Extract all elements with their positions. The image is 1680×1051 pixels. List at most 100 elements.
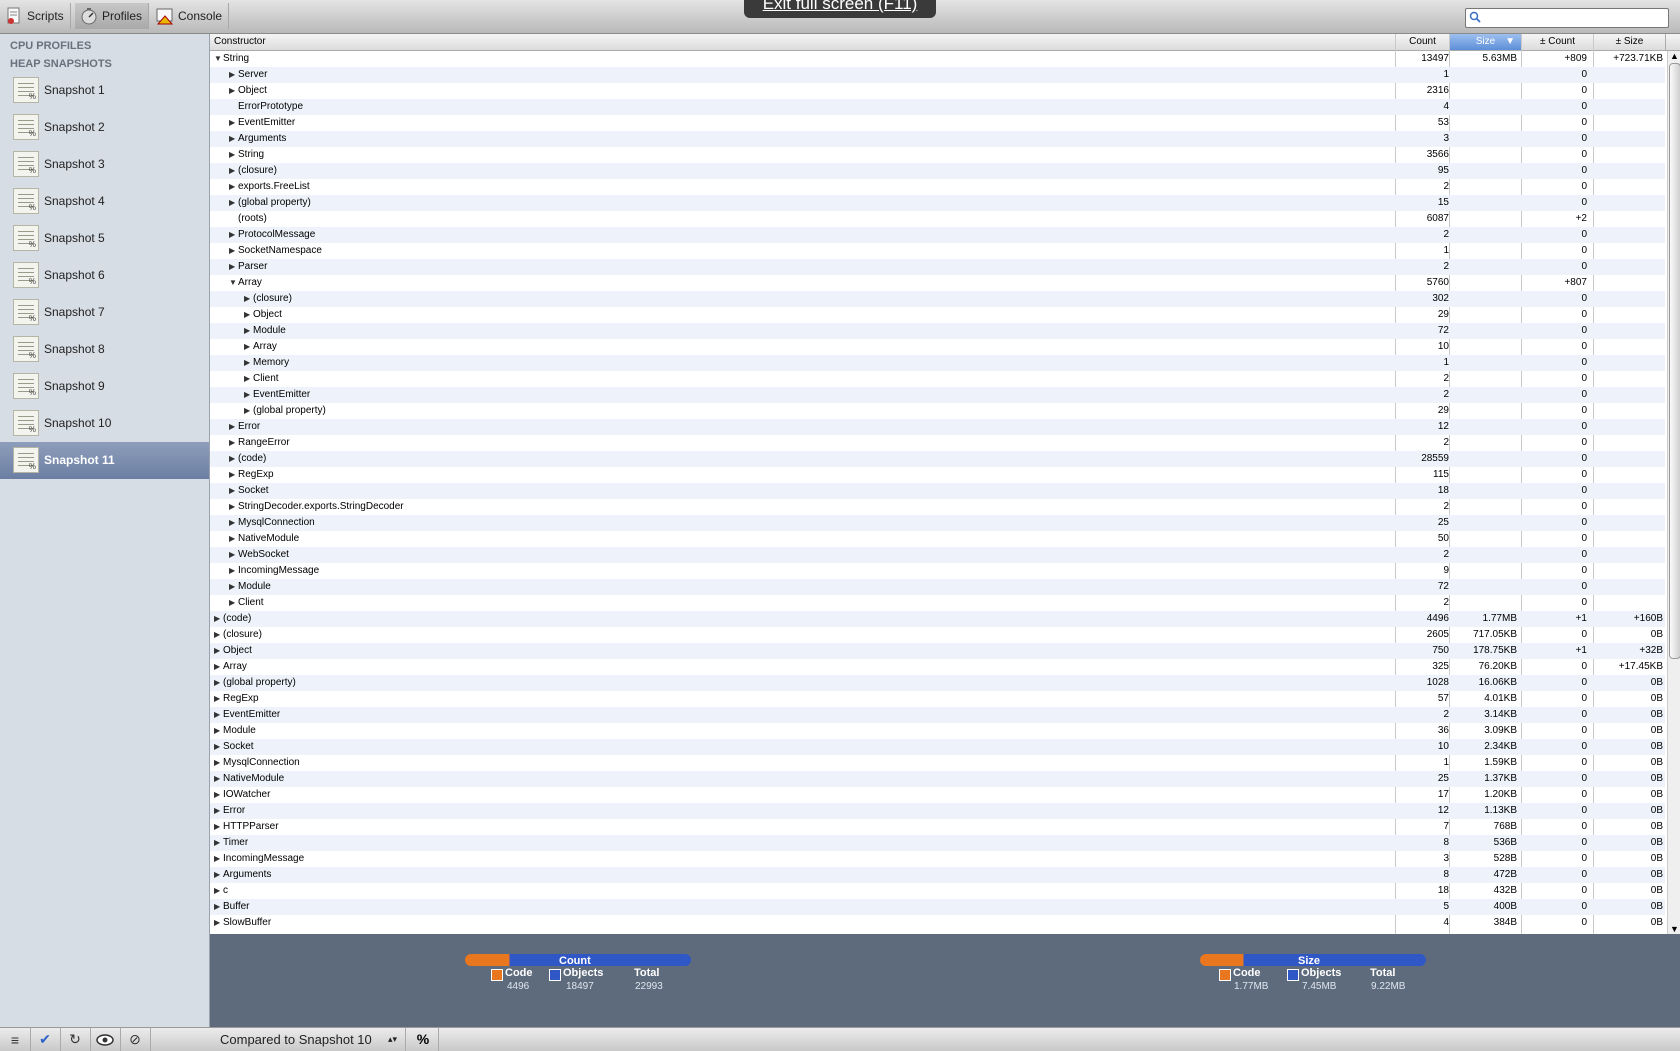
table-row[interactable]: ▶ Module 72 0	[210, 323, 1665, 339]
expand-triangle-icon[interactable]: ▶	[214, 851, 223, 867]
table-row[interactable]: ▶ exports.FreeList 2 0	[210, 179, 1665, 195]
column-header-delta-count[interactable]: ± Count	[1522, 34, 1594, 50]
expand-triangle-icon[interactable]: ▶	[229, 67, 238, 83]
table-row[interactable]: ▶ Object 29 0	[210, 307, 1665, 323]
expand-triangle-icon[interactable]: ▶	[214, 867, 223, 883]
table-row[interactable]: ▶ EventEmitter 2 3.14KB 0 0B	[210, 707, 1665, 723]
snapshot-item[interactable]: % Snapshot 6	[0, 257, 209, 294]
scroll-thumb[interactable]	[1669, 63, 1680, 659]
table-row[interactable]: ▶ Memory 1 0	[210, 355, 1665, 371]
table-row[interactable]: (roots) 6087 +2	[210, 211, 1665, 227]
table-row[interactable]: ▶ Timer 8 536B 0 0B	[210, 835, 1665, 851]
table-row[interactable]: ▶ MysqlConnection 25 0	[210, 515, 1665, 531]
cpu-profiles-header[interactable]: CPU PROFILES	[10, 40, 91, 52]
table-row[interactable]: ▶ (global property) 29 0	[210, 403, 1665, 419]
expand-triangle-icon[interactable]: ▶	[214, 659, 223, 675]
table-row[interactable]: ▶ Parser 2 0	[210, 259, 1665, 275]
expand-triangle-icon[interactable]: ▶	[244, 371, 253, 387]
console-tab[interactable]: Console	[151, 3, 230, 29]
expand-triangle-icon[interactable]: ▶	[244, 291, 253, 307]
table-row[interactable]: ▶ SocketNamespace 1 0	[210, 243, 1665, 259]
table-row[interactable]: ▶ Error 12 1.13KB 0 0B	[210, 803, 1665, 819]
column-header-constructor[interactable]: Constructor	[210, 34, 1396, 50]
snapshot-item[interactable]: % Snapshot 3	[0, 146, 209, 183]
expand-triangle-icon[interactable]: ▶	[229, 259, 238, 275]
expand-triangle-icon[interactable]: ▶	[214, 771, 223, 787]
table-row[interactable]: ▶ RegExp 57 4.01KB 0 0B	[210, 691, 1665, 707]
expand-triangle-icon[interactable]: ▶	[229, 467, 238, 483]
table-row[interactable]: ▶ Server 1 0	[210, 67, 1665, 83]
expand-triangle-icon[interactable]: ▶	[229, 499, 238, 515]
expand-triangle-icon[interactable]: ▶	[214, 883, 223, 899]
expand-triangle-icon[interactable]: ▶	[229, 83, 238, 99]
table-row[interactable]: ▶ (code) 4496 1.77MB +1 +160B	[210, 611, 1665, 627]
table-row[interactable]: ▶ (closure) 302 0	[210, 291, 1665, 307]
column-header-delta-size[interactable]: ± Size	[1594, 34, 1666, 50]
table-row[interactable]: ▶ (global property) 15 0	[210, 195, 1665, 211]
expand-triangle-icon[interactable]: ▶	[214, 611, 223, 627]
snapshot-item[interactable]: % Snapshot 4	[0, 183, 209, 220]
snapshot-item[interactable]: % Snapshot 8	[0, 331, 209, 368]
snapshot-item[interactable]: % Snapshot 10	[0, 405, 209, 442]
table-row[interactable]: ▶ Object 2316 0	[210, 83, 1665, 99]
table-row[interactable]: ▶ NativeModule 25 1.37KB 0 0B	[210, 771, 1665, 787]
collapse-triangle-icon[interactable]: ▼	[214, 51, 223, 67]
expand-triangle-icon[interactable]: ▶	[229, 547, 238, 563]
table-row[interactable]: ▶ Module 72 0	[210, 579, 1665, 595]
compare-snapshot-select[interactable]: Compared to Snapshot 10 ▴▾	[210, 1028, 406, 1051]
scroll-up-icon[interactable]: ▲	[1670, 51, 1679, 61]
expand-triangle-icon[interactable]: ▶	[229, 131, 238, 147]
expand-triangle-icon[interactable]: ▶	[214, 915, 223, 931]
expand-triangle-icon[interactable]: ▶	[214, 835, 223, 851]
expand-triangle-icon[interactable]: ▶	[229, 531, 238, 547]
expand-triangle-icon[interactable]: ▶	[229, 579, 238, 595]
reload-icon[interactable]: ↻	[60, 1028, 91, 1051]
table-row[interactable]: ▶ Arguments 8 472B 0 0B	[210, 867, 1665, 883]
table-row[interactable]: ▶ IncomingMessage 3 528B 0 0B	[210, 851, 1665, 867]
expand-triangle-icon[interactable]: ▶	[229, 419, 238, 435]
expand-triangle-icon[interactable]: ▶	[214, 739, 223, 755]
expand-triangle-icon[interactable]: ▶	[229, 147, 238, 163]
search-input[interactable]	[1484, 9, 1668, 27]
column-header-count[interactable]: Count	[1396, 34, 1450, 50]
table-row[interactable]: ▶ (closure) 95 0	[210, 163, 1665, 179]
table-row[interactable]: ▶ HTTPParser 7 768B 0 0B	[210, 819, 1665, 835]
table-row[interactable]: ▶ Socket 18 0	[210, 483, 1665, 499]
table-row[interactable]: ▶ Array 325 76.20KB 0 +17.45KB	[210, 659, 1665, 675]
table-row[interactable]: ▶ Client 2 0	[210, 595, 1665, 611]
take-snapshot-eye-icon[interactable]	[90, 1028, 121, 1051]
expand-triangle-icon[interactable]: ▶	[214, 627, 223, 643]
table-row[interactable]: ▶ ProtocolMessage 2 0	[210, 227, 1665, 243]
expand-triangle-icon[interactable]: ▶	[214, 787, 223, 803]
table-row[interactable]: ▶ StringDecoder.exports.StringDecoder 2 0	[210, 499, 1665, 515]
expand-triangle-icon[interactable]: ▶	[229, 179, 238, 195]
table-row[interactable]: ▶ c 18 432B 0 0B	[210, 883, 1665, 899]
expand-triangle-icon[interactable]: ▶	[244, 339, 253, 355]
expand-triangle-icon[interactable]: ▶	[214, 803, 223, 819]
snapshot-item[interactable]: % Snapshot 5	[0, 220, 209, 257]
expand-triangle-icon[interactable]: ▶	[214, 707, 223, 723]
expand-triangle-icon[interactable]: ▶	[214, 755, 223, 771]
table-row[interactable]: ▶ String 3566 0	[210, 147, 1665, 163]
table-row[interactable]: ▶ RangeError 2 0	[210, 435, 1665, 451]
record-profile-icon[interactable]: ✔	[30, 1028, 61, 1051]
search-box[interactable]	[1465, 8, 1669, 28]
expand-triangle-icon[interactable]: ▶	[229, 227, 238, 243]
expand-triangle-icon[interactable]: ▶	[229, 483, 238, 499]
expand-triangle-icon[interactable]: ▶	[244, 403, 253, 419]
table-row[interactable]: ▶ EventEmitter 53 0	[210, 115, 1665, 131]
expand-triangle-icon[interactable]: ▶	[244, 355, 253, 371]
table-row[interactable]: ▶ RegExp 115 0	[210, 467, 1665, 483]
expand-triangle-icon[interactable]: ▶	[229, 163, 238, 179]
table-row[interactable]: ▶ (code) 28559 0	[210, 451, 1665, 467]
snapshot-item[interactable]: % Snapshot 1	[0, 72, 209, 109]
heap-snapshots-header[interactable]: HEAP SNAPSHOTS	[10, 58, 112, 70]
table-row[interactable]: ▶ Object 750 178.75KB +1 +32B	[210, 643, 1665, 659]
profiles-tab[interactable]: Profiles	[75, 3, 150, 29]
table-row[interactable]: ▶ (global property) 1028 16.06KB 0 0B	[210, 675, 1665, 691]
percent-toggle-button[interactable]: %	[408, 1028, 439, 1051]
expand-triangle-icon[interactable]: ▶	[214, 899, 223, 915]
expand-triangle-icon[interactable]: ▶	[229, 195, 238, 211]
table-row[interactable]: ErrorPrototype 4 0	[210, 99, 1665, 115]
expand-triangle-icon[interactable]: ▶	[214, 723, 223, 739]
